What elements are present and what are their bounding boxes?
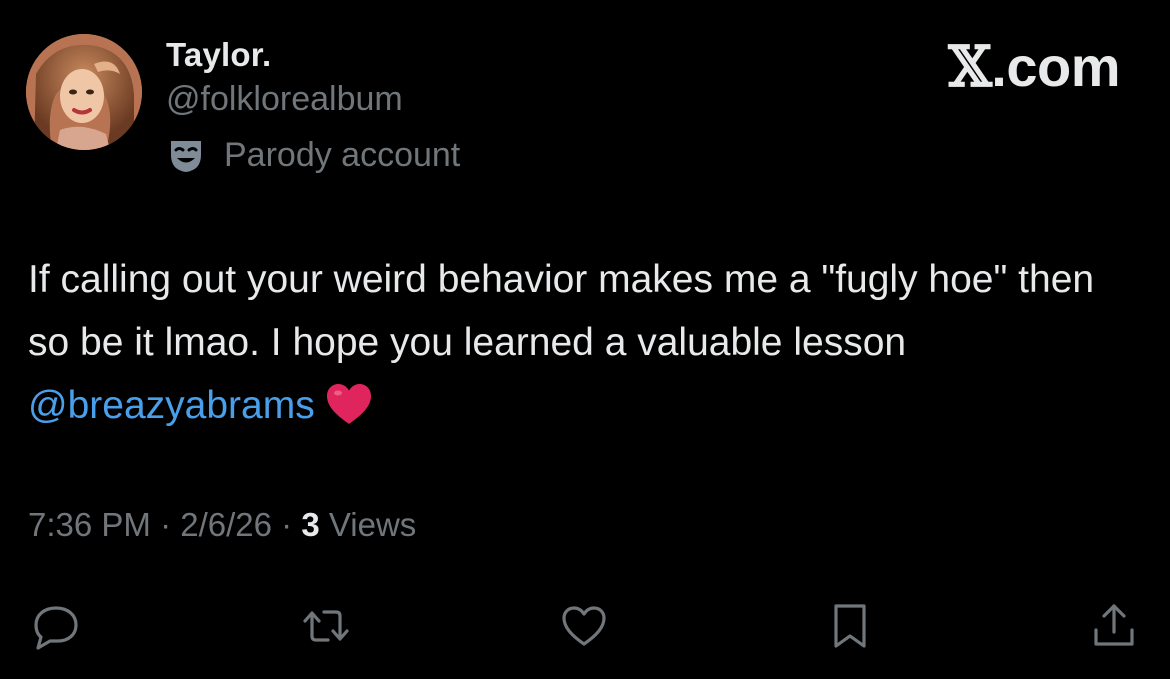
parody-label: Parody account (224, 135, 461, 174)
avatar-photo (26, 34, 142, 150)
parody-mask-icon (166, 135, 206, 175)
tweet-time[interactable]: 7:36 PM (28, 506, 151, 543)
parody-badge: Parody account (166, 134, 460, 176)
site-logo: 𝕏.com (948, 34, 1120, 100)
meta-separator: · (281, 506, 293, 543)
like-icon (562, 606, 606, 646)
views-count: 3 (301, 506, 320, 543)
views-label: Views (328, 506, 417, 543)
tweet-date[interactable]: 2/6/26 (180, 506, 272, 543)
reply-icon (34, 606, 78, 650)
tweet: Taylor. @folklorealbum Parody account 𝕏.… (0, 0, 1170, 679)
mention-link[interactable]: @breazyabrams (28, 384, 315, 427)
share-icon (1094, 604, 1134, 646)
bookmark-icon (834, 604, 866, 648)
site-logo-text: .com (991, 35, 1120, 98)
repost-button[interactable] (298, 598, 354, 654)
display-name[interactable]: Taylor. (166, 36, 271, 74)
handle[interactable]: @folklorealbum (166, 80, 403, 119)
tweet-meta: 7:36 PM · 2/6/26 · 3 Views (28, 506, 416, 544)
bookmark-button[interactable] (822, 598, 878, 654)
reply-button[interactable] (28, 598, 84, 654)
action-bar (0, 598, 1170, 654)
repost-icon (303, 610, 349, 642)
share-button[interactable] (1086, 598, 1142, 654)
avatar[interactable] (26, 34, 142, 150)
meta-separator: · (160, 506, 172, 543)
red-heart-emoji (325, 382, 373, 426)
tweet-text: If calling out your weird behavior makes… (28, 248, 1128, 437)
x-logo-icon: 𝕏 (948, 34, 992, 100)
tweet-body: If calling out your weird behavior makes… (28, 258, 1095, 364)
like-button[interactable] (556, 598, 612, 654)
